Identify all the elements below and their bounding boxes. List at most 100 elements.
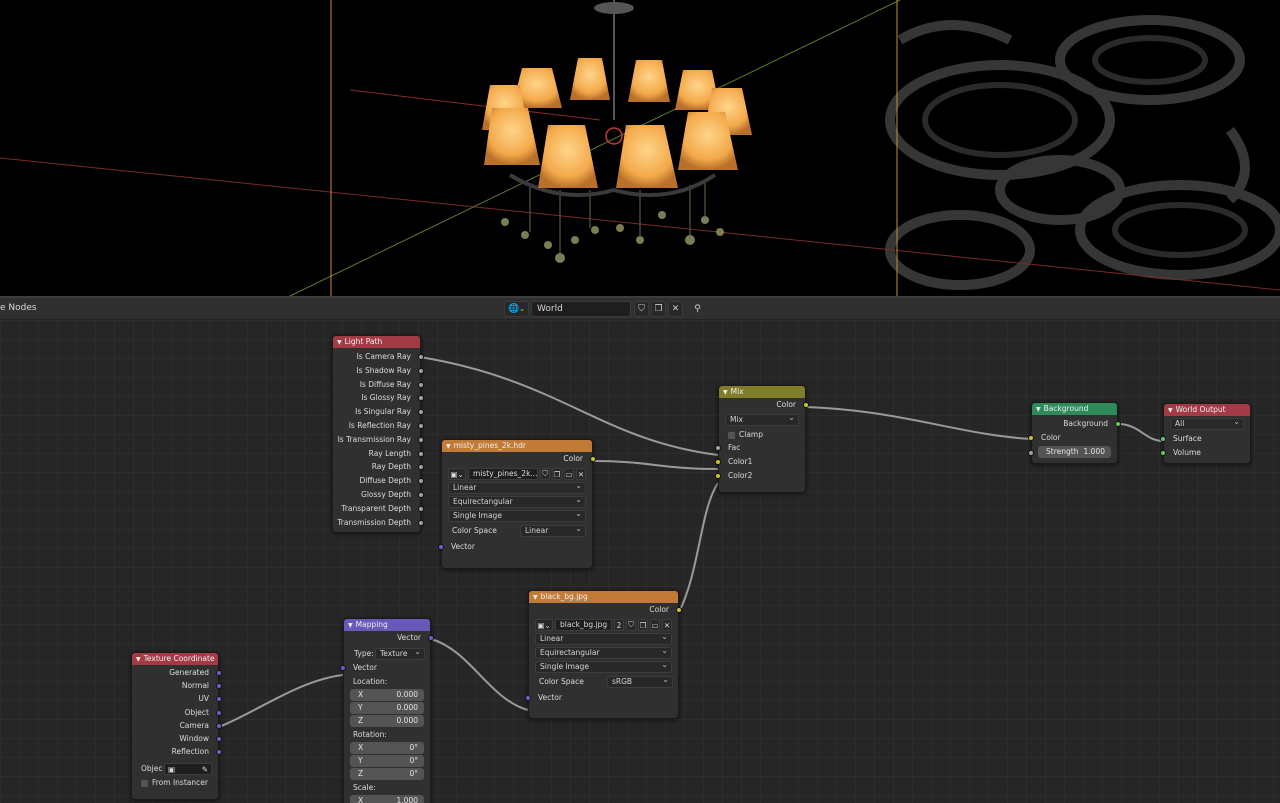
environment-texture-node[interactable]: ▼ misty_pines_2k.hdr Color ▣⌄ misty_pines… [438,439,596,569]
node-header[interactable]: ▼ Background [1032,403,1117,415]
target-dropdown[interactable]: All [1170,417,1244,430]
output-diffuse-depth: Diffuse Depth [333,474,424,488]
shield-icon[interactable]: ⛉ [634,301,649,317]
3d-viewport[interactable] [0,0,1280,296]
folder-icon[interactable]: ▭ [650,619,660,631]
input-socket[interactable] [715,445,721,451]
projection-dropdown[interactable]: Equirectangular [535,646,672,659]
interpolation-dropdown[interactable]: Linear [448,481,586,494]
output-socket[interactable] [418,519,424,526]
location-x-field[interactable]: X 0.000 [350,689,424,701]
output-socket[interactable] [428,635,434,641]
duplicate-icon[interactable]: ❐ [638,619,648,631]
chandelier-model [482,0,752,263]
node-header[interactable]: ▼ Mix [719,386,805,398]
output-socket[interactable] [216,735,222,742]
y-axis-line [289,0,901,296]
output-socket[interactable] [1115,421,1121,427]
node-header[interactable]: ▼ black_bg.jpg [529,591,678,603]
close-icon[interactable]: ✕ [662,619,672,631]
eyedropper-icon[interactable]: ✎ [202,763,208,777]
mix-rgb-node[interactable]: ▼Mix Color Mix Clamp Fac Color1 Color2 [715,385,809,493]
color-space-dropdown[interactable]: Linear [520,524,586,537]
strength-field[interactable]: Strength 1.000 [1038,446,1111,458]
object-picker-field[interactable]: ▣ ✎ [164,763,212,777]
image-name-field[interactable]: misty_pines_2k... [468,468,538,480]
input-socket[interactable] [715,459,721,465]
shield-icon[interactable]: ⛉ [540,468,550,480]
image-selector[interactable]: ▣⌄ black_bg.jpg 2 ⛉ ❐ ▭ ✕ [535,619,672,631]
output-socket[interactable] [676,607,682,613]
clamp-checkbox[interactable]: Clamp [719,428,805,441]
input-socket[interactable] [1028,435,1034,441]
link-bg-color-to-color2 [678,482,719,613]
input-socket[interactable] [1160,450,1166,456]
output-socket[interactable] [590,456,596,462]
world-browse-button[interactable]: 🌐 ⌄ [504,301,529,317]
output-socket[interactable] [418,354,424,360]
image-name-field[interactable]: black_bg.jpg [555,619,612,631]
rotation-z-field[interactable]: Z 0° [350,768,424,780]
output-socket[interactable] [418,381,424,388]
input-socket[interactable] [525,695,531,701]
world-output-node[interactable]: ▼World Output All Surface Volume [1160,403,1251,464]
shield-icon[interactable]: ⛉ [626,619,636,631]
close-icon[interactable]: ✕ [576,468,586,480]
image-texture-node[interactable]: ▼ black_bg.jpg Color ▣⌄ black_bg.jpg 2 ⛉ … [525,590,682,719]
source-dropdown[interactable]: Single Image [448,509,586,522]
input-socket[interactable] [1160,436,1166,442]
output-socket[interactable] [216,670,222,676]
output-socket[interactable] [216,709,222,716]
input-socket[interactable] [340,665,346,671]
light-path-node[interactable]: ▼ Light Path Is Camera Ray Is Shadow Ray Is… [332,335,424,533]
output-color: Color [719,398,809,412]
pin-icon[interactable]: ⚲ [690,301,705,317]
output-socket[interactable] [418,422,424,429]
rotation-x-field[interactable]: X 0° [350,742,424,754]
mapping-type-dropdown[interactable]: Texture [375,647,425,660]
user-count-badge[interactable]: 2 [614,619,624,631]
source-dropdown[interactable]: Single Image [535,660,672,673]
input-socket[interactable] [715,473,721,479]
output-socket[interactable] [418,450,424,457]
node-header[interactable]: ▼ Light Path [333,336,420,348]
input-socket[interactable] [438,544,444,550]
close-icon[interactable]: ✕ [668,301,683,317]
projection-dropdown[interactable]: Equirectangular [448,495,586,508]
background-node[interactable]: ▼ Background Background Color Strength 1.… [1028,402,1121,464]
location-y-field[interactable]: Y 0.000 [350,702,424,714]
output-is-glossy-ray: Is Glossy Ray [333,391,424,405]
output-is-shadow-ray: Is Shadow Ray [333,364,424,378]
image-selector[interactable]: ▣⌄ misty_pines_2k... ⛉ ❐ ▭ ✕ [448,468,586,480]
node-header[interactable]: ▼ World Output [1164,404,1250,416]
mapping-node[interactable]: ▼Mapping Vector Type: Texture Vector Loc… [340,618,434,803]
output-socket[interactable] [418,436,424,443]
image-icon[interactable]: ▣⌄ [535,619,553,631]
output-socket[interactable] [418,367,424,374]
node-header[interactable]: ▼ misty_pines_2k.hdr [442,440,592,452]
output-socket[interactable] [216,722,222,729]
node-canvas[interactable]: ▼ Light Path Is Camera Ray Is Shadow Ray Is… [0,320,1280,803]
node-header[interactable]: ▼ Texture Coordinate [132,653,218,665]
scale-x-field[interactable]: X 1.000 [350,795,424,803]
image-icon[interactable]: ▣⌄ [448,468,466,480]
location-z-field[interactable]: Z 0.000 [350,715,424,727]
texture-coordinate-node[interactable]: ▼ Texture Coordinate Generated Normal UV Obj… [131,652,222,800]
rotation-y-field[interactable]: Y 0° [350,755,424,767]
blend-mode-dropdown[interactable]: Mix [725,413,799,426]
world-name-field[interactable]: World [531,301,631,317]
folder-icon[interactable]: ▭ [564,468,574,480]
output-socket[interactable] [803,402,809,408]
output-socket[interactable] [418,505,424,512]
input-surface: Surface [1160,432,1250,446]
output-socket[interactable] [418,491,424,498]
duplicate-icon[interactable]: ❐ [552,468,562,480]
from-instancer-checkbox[interactable]: From Instancer [132,776,218,789]
node-header[interactable]: ▼ Mapping [344,619,430,631]
output-ray-depth: Ray Depth [333,460,424,474]
color-space-dropdown[interactable]: sRGB [607,675,673,688]
input-socket[interactable] [1028,450,1034,456]
link-mapping-to-bg-vector [430,638,529,711]
interpolation-dropdown[interactable]: Linear [535,632,672,645]
duplicate-icon[interactable]: ❐ [651,301,666,317]
